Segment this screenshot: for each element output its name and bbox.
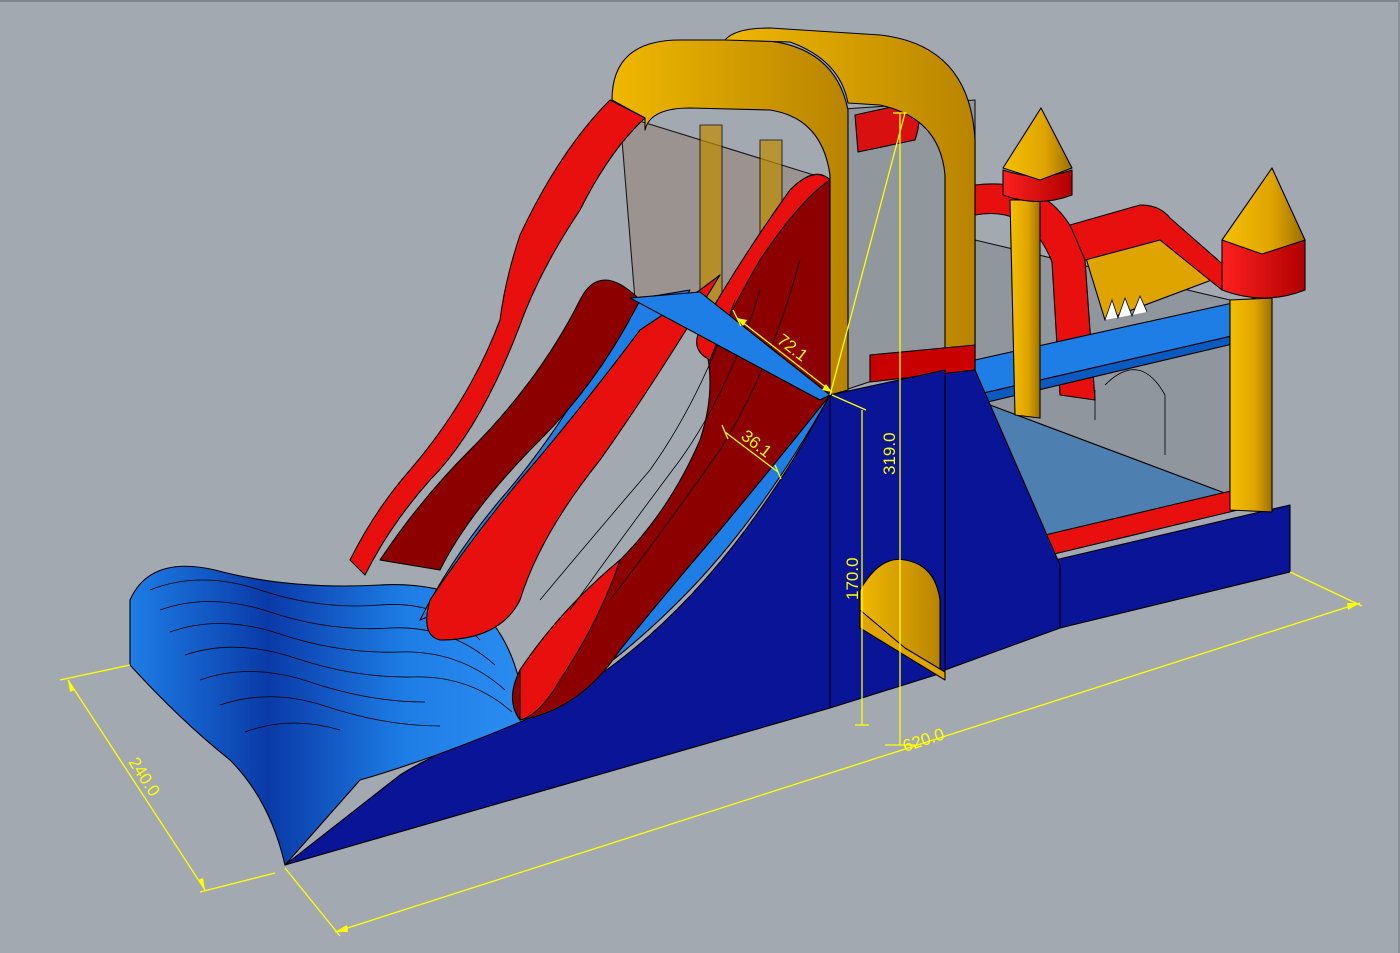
dimension-label-total-length: 620.0 — [900, 725, 946, 756]
dimension-label-total-height: 319.0 — [880, 432, 899, 475]
inflatable-slide-model: 72.1 36.1 319.0 170.0 620.0 240.0 — [59, 27, 1363, 937]
bounce-house — [944, 107, 1306, 671]
3d-viewport[interactable]: 72.1 36.1 319.0 170.0 620.0 240.0 — [0, 0, 1400, 953]
right-tower — [1221, 167, 1306, 513]
dimension-label-platform-height: 170.0 — [843, 557, 862, 600]
